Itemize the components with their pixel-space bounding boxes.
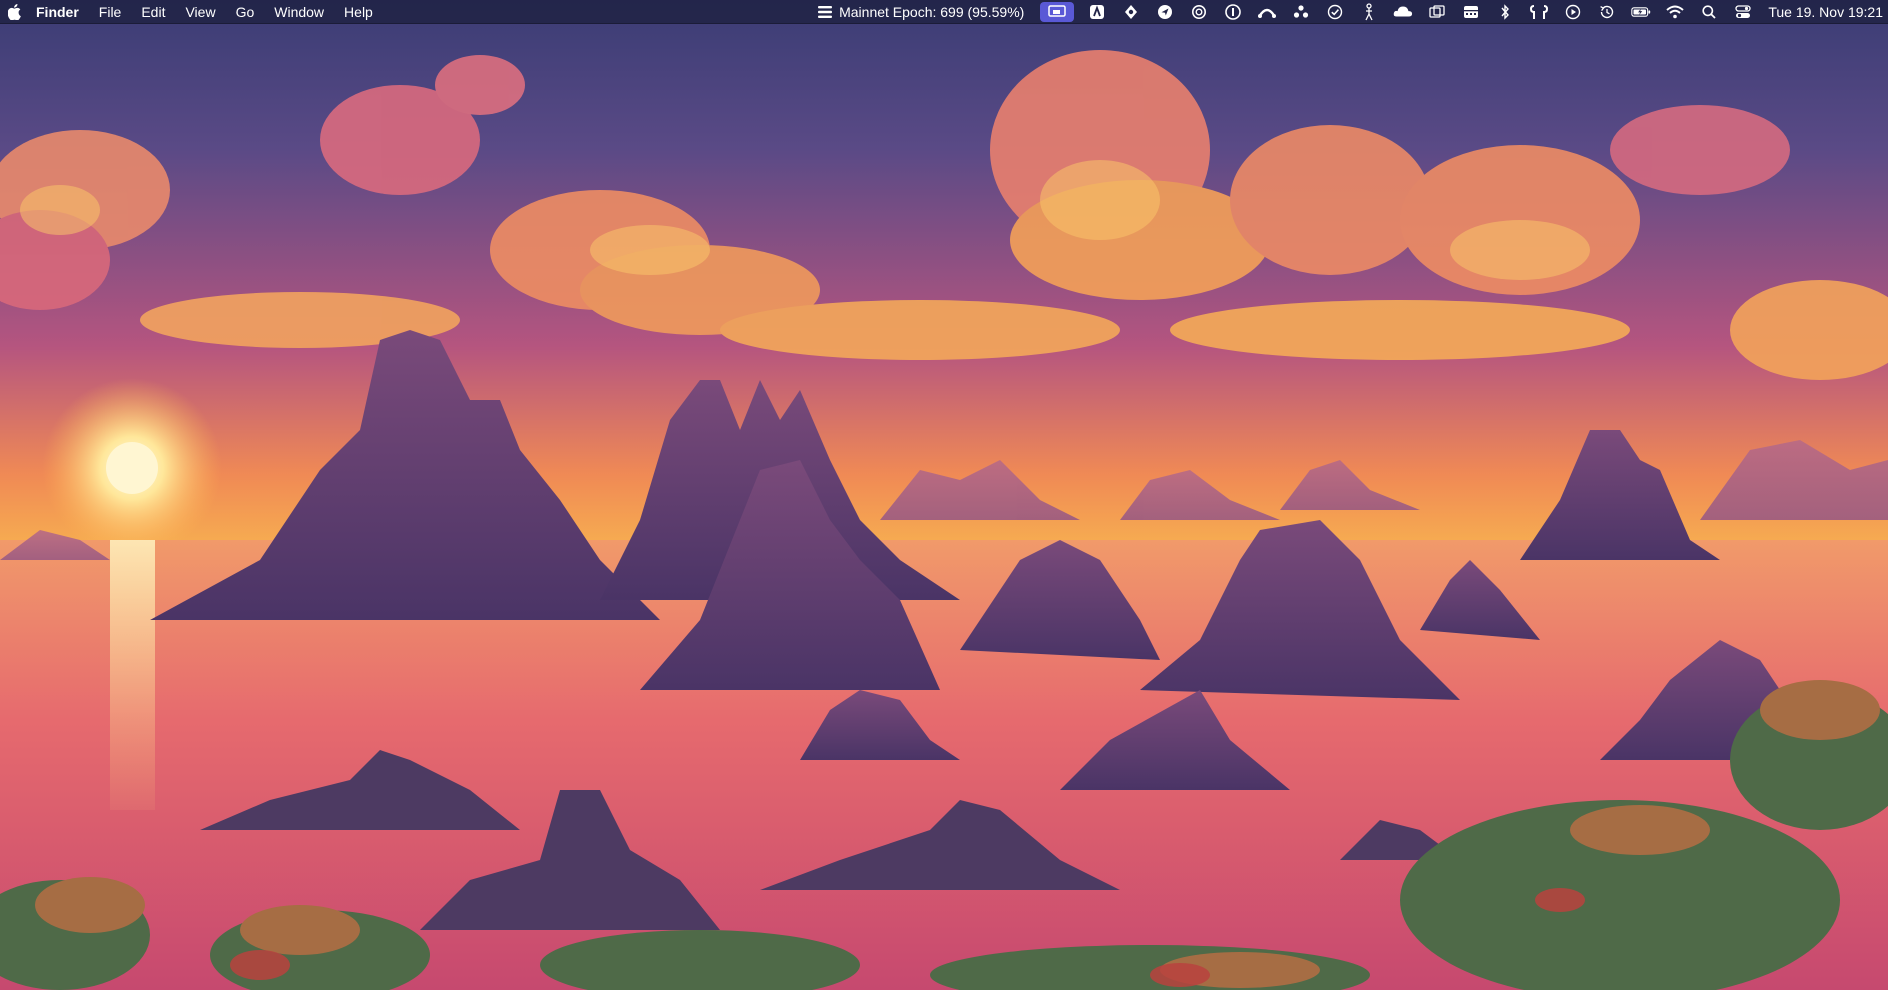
cloud-icon[interactable] <box>1393 2 1413 22</box>
headphones-arc-icon[interactable] <box>1257 2 1277 22</box>
chatgpt-icon[interactable] <box>1189 2 1209 22</box>
shield-app-icon[interactable] <box>1121 2 1141 22</box>
menu-app-name[interactable]: Finder <box>36 0 91 24</box>
airpods-icon[interactable] <box>1529 2 1549 22</box>
epoch-status-item[interactable]: Mainnet Epoch: 699 (95.59%) <box>818 0 1024 24</box>
wifi-icon[interactable] <box>1665 2 1685 22</box>
menu-file[interactable]: File <box>91 0 134 24</box>
battery-icon[interactable] <box>1631 2 1651 22</box>
search-icon[interactable] <box>1699 2 1719 22</box>
notes-app-icon[interactable] <box>1087 2 1107 22</box>
menu-go[interactable]: Go <box>228 0 267 24</box>
calendar-icon[interactable] <box>1461 2 1481 22</box>
menu-help[interactable]: Help <box>336 0 385 24</box>
copy-windows-icon[interactable] <box>1427 2 1447 22</box>
accessibility-icon[interactable] <box>1359 2 1379 22</box>
menu-bar: Finder File Edit View Go Window Help Mai… <box>0 0 1888 24</box>
apple-menu-icon[interactable] <box>6 0 22 24</box>
navigation-app-icon[interactable] <box>1155 2 1175 22</box>
onepassword-icon[interactable] <box>1223 2 1243 22</box>
menu-view[interactable]: View <box>177 0 227 24</box>
epoch-status-text: Mainnet Epoch: 699 (95.59%) <box>839 3 1025 20</box>
bluetooth-icon[interactable] <box>1495 2 1515 22</box>
menu-bar-status-area: Mainnet Epoch: 699 (95.59%) Tue 19. Nov … <box>818 0 1888 24</box>
desktop-wallpaper <box>0 0 1888 990</box>
play-circle-icon[interactable] <box>1563 2 1583 22</box>
menu-edit[interactable]: Edit <box>133 0 177 24</box>
control-center-icon[interactable] <box>1733 2 1753 22</box>
time-machine-icon[interactable] <box>1597 2 1617 22</box>
screen-mirroring-icon[interactable] <box>1040 1 1075 22</box>
stack-lines-icon <box>818 5 833 18</box>
checkmark-circle-icon[interactable] <box>1325 2 1345 22</box>
menu-window[interactable]: Window <box>266 0 336 24</box>
dots-cluster-icon[interactable] <box>1291 2 1311 22</box>
menu-bar-left: Finder File Edit View Go Window Help <box>0 0 385 24</box>
menu-bar-clock[interactable]: Tue 19. Nov 19:21 <box>1768 0 1883 24</box>
